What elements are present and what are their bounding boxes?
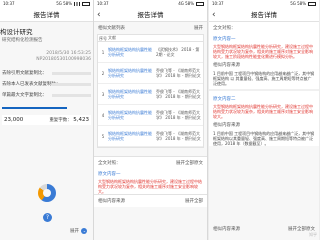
row-title-link[interactable]: 钢结构框架结构抗震性能分析研究 — [108, 110, 156, 120]
similar-paragraph-2: 1 目前中国 工程项目中钢结构的应用越来越广泛，其中钢框架结构以其重量轻、强度高… — [213, 131, 315, 146]
row-source: 乔俊飞等 - 《湖南师范大学》 2018 年 - 期刊论文 — [156, 89, 201, 99]
nav-bar: ‹ 报告详情 — [94, 8, 207, 22]
ratio-track — [52, 82, 91, 86]
col-source — [156, 35, 203, 41]
row-source: 乔俊飞等 - 《湖南师范大学》 2018 年 - 期刊论文 — [156, 131, 201, 141]
similar-source-label: 相似内容来源 — [98, 199, 125, 204]
nav-title: 报告详情 — [137, 11, 164, 19]
status-icons: 5G 58% — [56, 1, 72, 6]
nav-bar: ‹ 报告详情 — [209, 8, 319, 22]
ratio-label: 去除引用文献复制比： — [2, 71, 47, 76]
nav-bar: 报告详情 — [0, 8, 93, 22]
row-index: 3 — [101, 91, 105, 97]
help-icon[interactable]: ? — [43, 213, 52, 222]
original-content-link-2[interactable]: 原文内容二 — [209, 94, 319, 104]
status-icons: 4G 58% — [178, 1, 194, 6]
table-row[interactable]: 1 钢结构框架结构抗震性能分析研究 《武钢技术》 2018 - 第2期 - 论文 — [98, 42, 203, 63]
similar-list-header: 相似文献列表 展开 — [94, 22, 207, 34]
row-title-link[interactable]: 钢结构框架结构抗震性能分析研究 — [108, 131, 156, 141]
ratio-track — [52, 71, 91, 75]
back-arrow-icon[interactable]: ‹ — [97, 8, 101, 22]
row-title-link[interactable]: 钢结构框架结构抗震性能分析研究 — [108, 68, 156, 78]
row-source: 乔俊飞等 - 《湖南师范大学》 2018 年 - 期刊论文 — [156, 110, 201, 120]
fulltext-label: 全文对照： — [213, 26, 236, 31]
status-bar: 10:37 5G 58% — [0, 0, 93, 8]
table-row[interactable]: 4 钢结构框架结构抗震性能分析研究 乔俊飞等 - 《湖南师范大学》 2018 年… — [98, 105, 203, 126]
status-bar: 10:37 4G 58% — [94, 0, 207, 8]
similar-source-label-1: 相似内容来源 — [213, 63, 240, 68]
ratio-label: 去除本人已发表文献复制比： — [2, 82, 61, 87]
similar-paragraph-1: 1 目前中国 工程项目中钢结构的应用越来越广泛，其中钢框架结构 以 其重量轻、强… — [213, 71, 315, 86]
original-paragraph: 大型钢结构框架结构抗震性能分析研究，建设施工过程中结构受力状况较为复杂，相关的施… — [98, 179, 202, 194]
battery-icon — [196, 2, 204, 6]
row-index: 1 — [101, 49, 105, 55]
ratio-label: 单篇最大文字复制比： — [2, 93, 47, 98]
status-bar: 10:37 5G 58% — [209, 0, 319, 8]
ratio-track — [52, 93, 91, 97]
ratio-row: 去除本人已发表文献复制比： — [2, 80, 91, 88]
ratio-row: 单篇最大文字复制比： — [2, 91, 91, 99]
status-time: 10:37 — [212, 1, 224, 6]
status-icons: 5G 58% — [290, 1, 306, 6]
col-doc: 文献 — [108, 35, 116, 40]
repeat-value: 5,423 — [73, 117, 89, 123]
progress-underline — [2, 107, 67, 109]
similar-list-expand[interactable]: 展开 — [194, 25, 203, 31]
similar-list-label: 相似文献列表 — [98, 26, 125, 31]
fulltext-expand[interactable]: 展开全部原文 — [176, 160, 203, 166]
row-title-link[interactable]: 钢结构框架结构抗震性能分析研究 — [108, 89, 156, 99]
original-paragraph-2: 大型钢结构框架结构抗震性能分析研究，建设施工过程中结构受力状况较为复杂，相关的施… — [213, 104, 313, 119]
ratio-donut-chart — [38, 184, 56, 202]
repeat-label: 重复字数： — [49, 118, 72, 123]
watermark: 知乎 — [309, 232, 317, 237]
col-index: 序号 — [99, 36, 107, 41]
chevron-down-icon: ⌄ — [81, 228, 88, 234]
report-meta: 2018/5/30 16:53:25 NP20180530100998036 — [2, 51, 91, 63]
back-arrow-icon[interactable]: ‹ — [212, 8, 216, 22]
row-index: 2 — [101, 70, 105, 76]
table-header: 序号 文献 — [98, 35, 203, 42]
original-content-link[interactable]: 原文内容一 — [94, 169, 207, 179]
fulltext-label: 全文对照： — [98, 161, 121, 166]
phone-fulltext-compare: 10:37 5G 58% ‹ 报告详情 全文对照： 原文内容一 大型钢结构框架结… — [209, 0, 319, 240]
stats-row: 23,000 重复字数： 5,423 — [2, 115, 91, 125]
expand-button[interactable]: 展开 ⌄ — [70, 228, 88, 234]
similar-source-header: 相似内容来源 展开全部 — [94, 194, 207, 207]
foot-left-label: 相似内容来源 — [213, 227, 240, 232]
table-row[interactable]: 2 钢结构框架结构抗震性能分析研究 乔俊飞等 - 《湖南师范大学》 2018 年… — [98, 63, 203, 84]
row-source: 《武钢技术》 2018 - 第2期 - 论文 — [156, 47, 200, 57]
table-row[interactable]: 5 钢结构框架结构抗震性能分析研究 乔俊飞等 - 《湖南师范大学》 2018 年… — [98, 126, 203, 147]
phone-similar-list: 10:37 4G 58% ‹ 报告详情 相似文献列表 展开 序号 文献 1 钢结… — [94, 0, 208, 240]
row-index: 4 — [101, 112, 105, 118]
battery-icon — [82, 2, 90, 6]
row-source: 乔俊飞等 - 《湖南师范大学》 2018 年 - 期刊论文 — [156, 68, 201, 78]
fulltext-header: 全文对照： 展开全部原文 — [94, 156, 207, 169]
similar-source-label-2: 相似内容来源 — [213, 123, 240, 128]
original-content-link-1[interactable]: 原文内容一 — [209, 34, 319, 44]
row-title-link[interactable]: 钢结构框架结构抗震性能分析研究 — [108, 47, 156, 57]
similar-source-expand[interactable]: 展开全部 — [185, 198, 203, 204]
status-time: 10:37 — [3, 1, 15, 6]
table-row[interactable]: 3 钢结构框架结构抗震性能分析研究 乔俊飞等 - 《湖南师范大学》 2018 年… — [98, 84, 203, 105]
phone-report-summary: 10:37 5G 58% 报告详情 构设计研究 研究结构化检测报告 2018/5… — [0, 0, 94, 240]
report-id: NP20180530100998036 — [36, 57, 91, 62]
signal-icon — [74, 2, 80, 6]
status-time: 10:37 — [97, 1, 109, 6]
expand-label: 展开 — [70, 229, 79, 234]
screenshot-stage: 10:37 5G 58% 报告详情 构设计研究 研究结构化检测报告 2018/5… — [0, 0, 319, 240]
similar-table: 序号 文献 1 钢结构框架结构抗震性能分析研究 《武钢技术》 2018 - 第2… — [97, 34, 204, 148]
report-title: 构设计研究 — [0, 28, 33, 36]
nav-title: 报告详情 — [33, 11, 60, 19]
bottom-bar: 相似内容来源 展开全部原文 — [209, 226, 319, 232]
nav-title: 报告详情 — [251, 11, 277, 19]
original-paragraph-1: 大型钢结构框架结构抗震性能分析研究，建设施工过程中结构受力状况较为复杂，相关的施… — [213, 44, 313, 59]
ratio-row: 去除引用文献复制比： — [2, 69, 91, 77]
ratio-bars: 去除引用文献复制比： 去除本人已发表文献复制比： 单篇最大文字复制比： — [2, 69, 91, 99]
battery-icon — [308, 2, 316, 6]
compare-body: 全文对照： 原文内容一 大型钢结构框架结构抗震性能分析研究，建设施工过程中结构受… — [209, 22, 319, 146]
row-index: 5 — [101, 133, 105, 139]
total-chars: 23,000 — [4, 117, 24, 123]
report-subtitle: 研究结构化检测报告 — [2, 38, 43, 43]
